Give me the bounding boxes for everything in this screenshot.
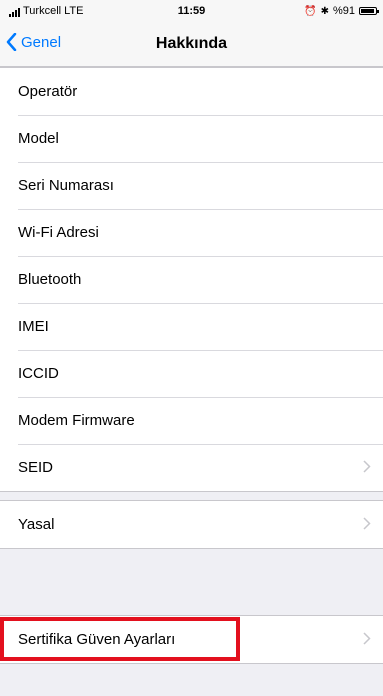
row-label: Seri Numarası [18,177,114,194]
row-label: Modem Firmware [18,412,135,429]
row-operator[interactable]: Operatör [0,68,383,115]
row-label: SEID [18,459,54,476]
row-certificate-trust-settings[interactable]: Sertifika Güven Ayarları [0,616,383,663]
chevron-right-icon [363,517,371,530]
screen: Turkcell LTE 11:59 ⏰ ✱ %91 Genel Hakkınd… [0,0,383,696]
row-model[interactable]: Model [0,115,383,162]
row-label: ICCID [18,365,59,382]
battery-percentage: %91 [332,5,355,17]
chevron-right-icon [363,632,371,645]
row-label: Bluetooth [18,271,82,288]
row-label: Yasal [18,516,55,533]
status-right: ⏰ ✱ %91 [304,5,379,17]
about-info-group: Operatör Model Seri Numarası Wi-Fi Adres… [0,67,383,492]
navigation-bar: Genel Hakkında [0,22,383,67]
row-imei[interactable]: IMEI [0,303,383,350]
battery-fill [361,9,374,13]
row-seid[interactable]: SEID [0,444,383,491]
alarm-icon: ⏰ [304,5,317,17]
row-serial-number[interactable]: Seri Numarası [0,162,383,209]
row-label: Wi-Fi Adresi [18,224,99,241]
row-label: Model [18,130,59,147]
row-iccid[interactable]: ICCID [0,350,383,397]
row-legal[interactable]: Yasal [0,501,383,548]
row-label: IMEI [18,318,49,335]
battery-icon [359,7,379,15]
row-bluetooth[interactable]: Bluetooth [0,256,383,303]
row-label: Sertifika Güven Ayarları [18,631,176,648]
status-bar: Turkcell LTE 11:59 ⏰ ✱ %91 [0,0,383,22]
bluetooth-icon: ✱ [320,5,329,17]
page-title: Hakkında [155,35,228,52]
row-label: Operatör [18,83,78,100]
chevron-right-icon [363,460,371,473]
row-wifi-address[interactable]: Wi-Fi Adresi [0,209,383,256]
row-modem-firmware[interactable]: Modem Firmware [0,397,383,444]
legal-group: Yasal [0,500,383,549]
certificate-group: Sertifika Güven Ayarları [0,615,383,664]
